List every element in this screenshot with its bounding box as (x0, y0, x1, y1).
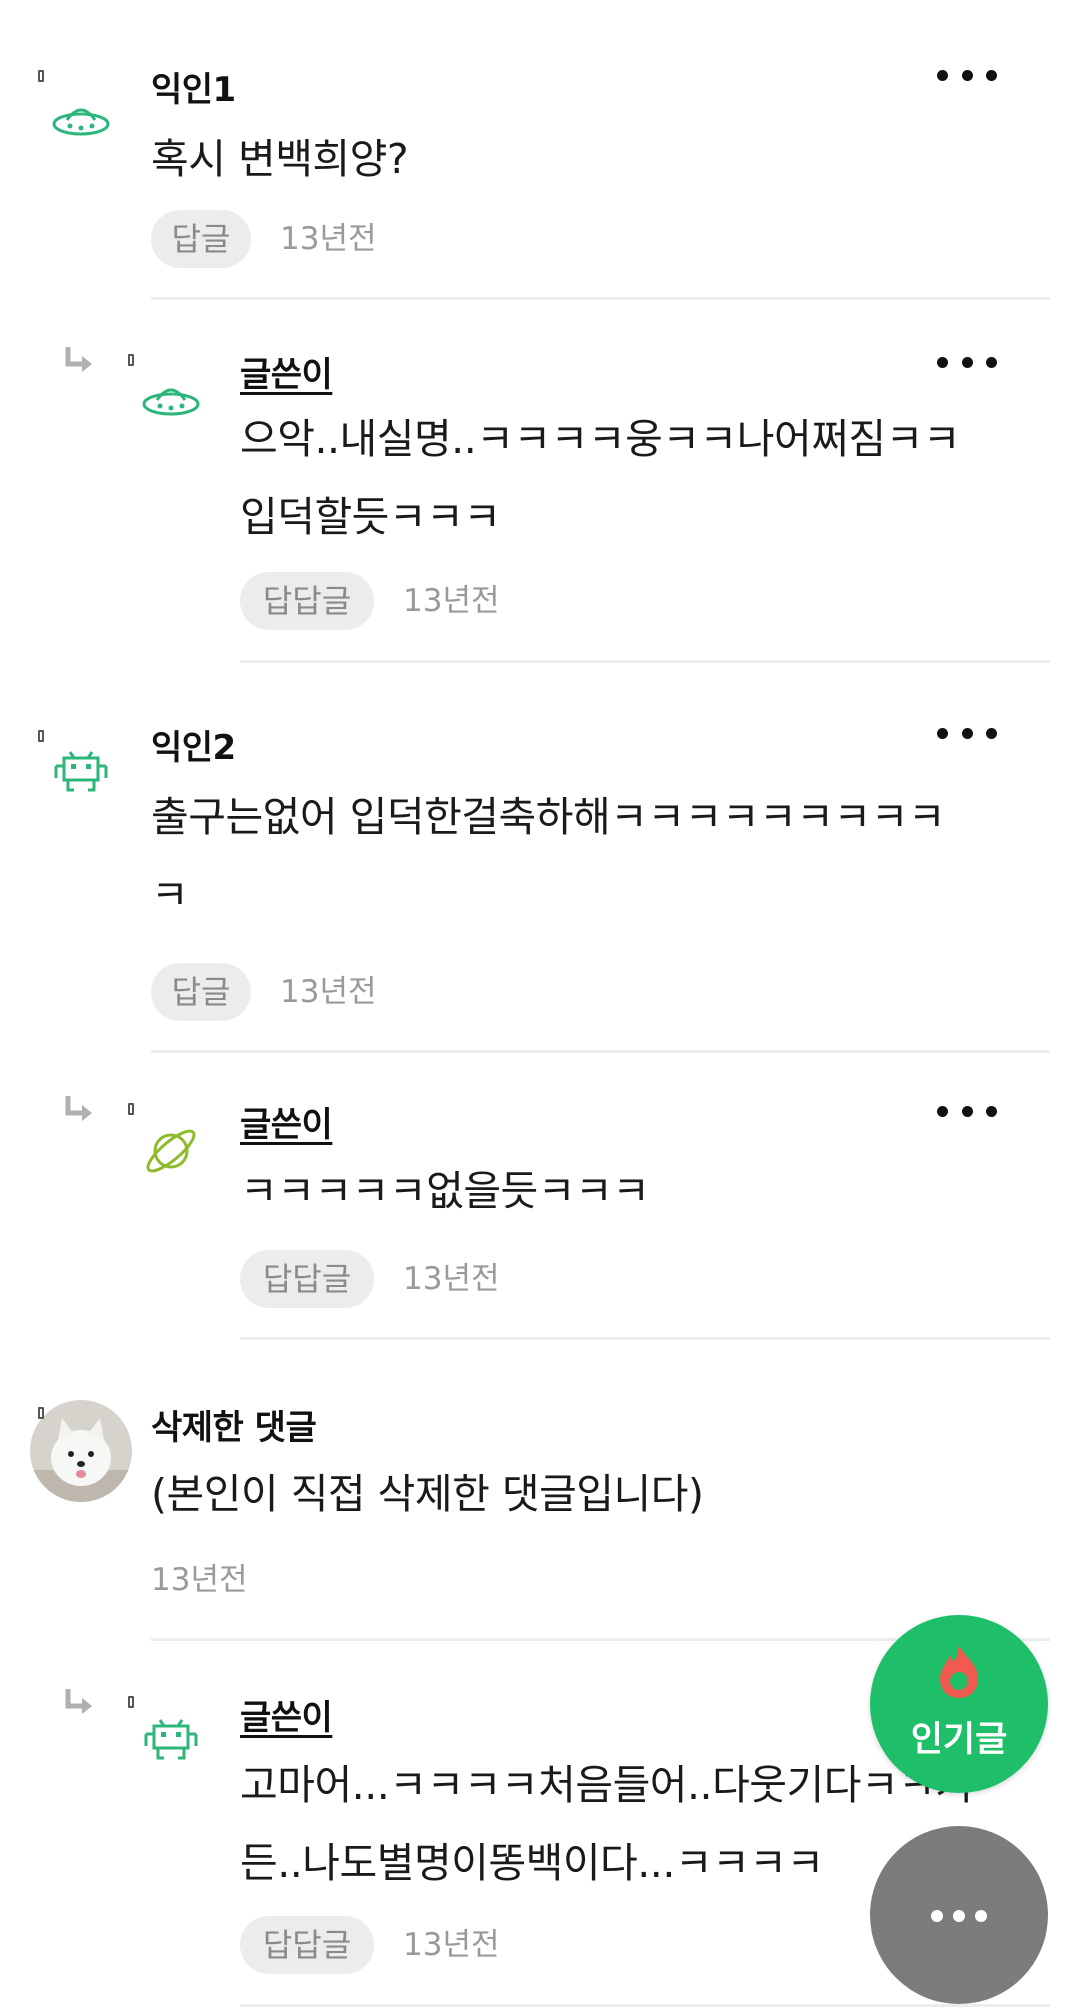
reply-arrow-icon (65, 347, 92, 372)
comment-time: 13년전 (403, 583, 500, 619)
reply-arrow-icon (65, 1096, 92, 1121)
reply-button[interactable]: 답글 (151, 210, 251, 268)
comment-time: 13년전 (280, 974, 377, 1010)
comment-marker-icon (38, 70, 44, 82)
more-options-button[interactable] (937, 1096, 997, 1126)
comment-text: ㅋ (151, 871, 189, 919)
reply-button[interactable]: 답답글 (240, 572, 374, 630)
ufo-icon (142, 388, 200, 416)
comment-author: 글쓴이 (240, 1698, 333, 1738)
reply-button[interactable]: 답답글 (240, 1916, 374, 1974)
dog-photo-avatar (30, 1400, 132, 1502)
comment-author: 익인2 (151, 728, 236, 768)
divider (240, 2004, 1050, 2007)
comment-text: 출구는없어 입덕한걸축하해ㅋㅋㅋㅋㅋㅋㅋㅋㅋ (151, 793, 946, 841)
space-invader-icon (54, 751, 108, 792)
flame-icon (940, 1645, 978, 1698)
comment-author: 삭제한 댓글 (151, 1408, 317, 1448)
divider (240, 660, 1050, 663)
divider (240, 1337, 1050, 1340)
popular-posts-button[interactable]: 인기글 (870, 1615, 1048, 1793)
more-dots-icon (931, 1910, 987, 1922)
comment-text: 고마어...ㅋㅋㅋㅋ처음들어..다웃기다ㅋㅋ거 (240, 1761, 973, 1809)
comment-marker-icon (128, 1103, 134, 1115)
comment-author: 글쓴이 (240, 1105, 333, 1145)
comment-text: 입덕할듯ㅋㅋㅋ (240, 493, 501, 541)
comment-time: 13년전 (280, 221, 377, 257)
comment-time: 13년전 (151, 1562, 248, 1598)
planet-icon (146, 1129, 196, 1173)
comment-time: 13년전 (403, 1927, 500, 1963)
popular-posts-label: 인기글 (910, 1720, 1008, 1760)
reply-arrow-icon (65, 1689, 92, 1714)
comment-text: (본인이 직접 삭제한 댓글입니다) (151, 1470, 704, 1518)
comment-marker-icon (128, 354, 134, 366)
more-options-button[interactable] (937, 718, 997, 748)
divider (151, 297, 1050, 300)
reply-button[interactable]: 답글 (151, 963, 251, 1021)
more-options-button[interactable] (937, 60, 997, 90)
reply-button[interactable]: 답답글 (240, 1250, 374, 1308)
comment-time: 13년전 (403, 1261, 500, 1297)
divider (151, 1050, 1050, 1053)
more-menu-button[interactable] (870, 1826, 1048, 2004)
comment-marker-icon (38, 1407, 44, 1419)
comment-text: 으악..내실명..ㅋㅋㅋㅋ웅ㅋㅋ나어쩌짐ㅋㅋ (240, 415, 961, 463)
comment-text: ㅋㅋㅋㅋㅋ없을듯ㅋㅋㅋ (240, 1167, 650, 1215)
comment-author: 익인1 (151, 70, 236, 110)
comment-text: 든..나도별명이똥백이다...ㅋㅋㅋㅋ (240, 1839, 824, 1887)
comment-text: 혹시 변백희양? (151, 135, 409, 183)
ufo-icon (52, 108, 110, 136)
comment-author: 글쓴이 (240, 355, 333, 395)
comment-marker-icon (38, 730, 44, 742)
more-options-button[interactable] (937, 347, 997, 377)
comment-marker-icon (128, 1696, 134, 1708)
space-invader-icon (144, 1719, 198, 1760)
